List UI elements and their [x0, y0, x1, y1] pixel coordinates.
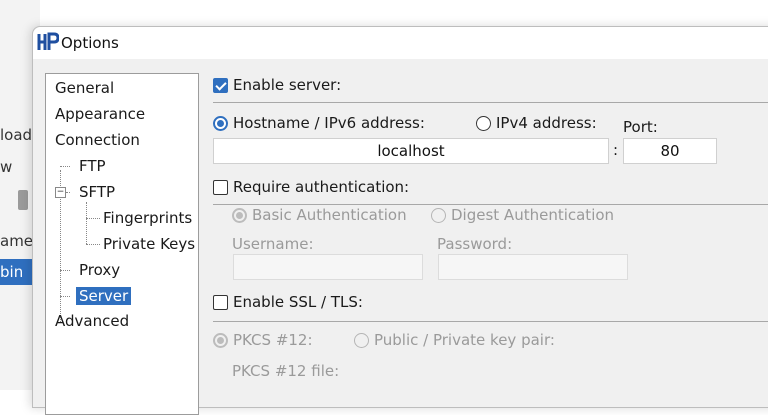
- tree-item-general[interactable]: General: [55, 77, 114, 99]
- tree-item-connection[interactable]: Connection: [55, 129, 140, 151]
- background-column-header: ame: [0, 232, 34, 250]
- tree-guide-line: [60, 270, 70, 271]
- tree-item-server[interactable]: Server: [76, 285, 132, 307]
- tree-item-advanced[interactable]: Advanced: [55, 310, 129, 332]
- background-label: w: [0, 158, 13, 176]
- tree-item-private-keys[interactable]: Private Keys: [103, 233, 195, 255]
- options-tree[interactable]: − General Appearance Connection FTP SFTP…: [45, 73, 199, 415]
- digest-auth-label[interactable]: Digest Authentication: [451, 206, 614, 224]
- basic-auth-label[interactable]: Basic Authentication: [252, 206, 407, 224]
- dialog-title: Options: [61, 34, 119, 52]
- tree-item-ftp[interactable]: FTP: [79, 155, 106, 177]
- ipv4-label[interactable]: IPv4 address:: [496, 114, 597, 132]
- tree-item-proxy[interactable]: Proxy: [79, 259, 120, 281]
- section-divider: [213, 204, 768, 205]
- tree-guide-line: [60, 166, 70, 167]
- port-input[interactable]: 80: [623, 138, 717, 164]
- hostname-label[interactable]: Hostname / IPv6 address:: [233, 114, 425, 132]
- keypair-radio[interactable]: [354, 333, 369, 348]
- tree-guide-line: [86, 202, 87, 244]
- password-label: Password:: [437, 235, 513, 253]
- username-label: Username:: [232, 235, 314, 253]
- keypair-label[interactable]: Public / Private key pair:: [374, 331, 555, 349]
- digest-auth-radio[interactable]: [431, 208, 446, 223]
- options-dialog: Options − General Appearance Connection …: [32, 26, 768, 415]
- tree-item-sftp[interactable]: SFTP: [79, 181, 115, 203]
- basic-auth-radio[interactable]: [232, 208, 247, 223]
- app-logo-icon: [37, 32, 59, 50]
- enable-server-checkbox[interactable]: [213, 78, 228, 93]
- title-bar[interactable]: Options: [33, 27, 768, 59]
- password-input[interactable]: [438, 254, 628, 280]
- server-options-panel: Enable server: Hostname / IPv6 address: …: [213, 71, 768, 411]
- collapse-icon[interactable]: −: [55, 187, 66, 198]
- tree-item-appearance[interactable]: Appearance: [55, 103, 145, 125]
- username-input[interactable]: [233, 254, 423, 280]
- tree-guide-line: [66, 192, 70, 193]
- require-auth-label[interactable]: Require authentication:: [233, 178, 409, 196]
- toolbar-glyph-icon: [18, 190, 28, 210]
- enable-ssl-label[interactable]: Enable SSL / TLS:: [233, 293, 363, 311]
- pkcs12-radio[interactable]: [213, 333, 228, 348]
- require-auth-checkbox[interactable]: [213, 180, 228, 195]
- tree-guide-line: [60, 296, 70, 297]
- hostname-input[interactable]: localhost: [213, 138, 609, 164]
- port-label: Port:: [623, 118, 658, 136]
- tree-item-server-label: Server: [76, 287, 132, 305]
- section-divider: [213, 321, 768, 322]
- enable-ssl-checkbox[interactable]: [213, 295, 228, 310]
- hostname-radio[interactable]: [213, 116, 228, 131]
- tree-guide-line: [86, 218, 100, 219]
- pkcs12-label[interactable]: PKCS #12:: [233, 331, 313, 349]
- background-selected-item[interactable]: bin: [0, 259, 34, 285]
- tree-guide-line: [86, 244, 100, 245]
- section-divider: [213, 102, 768, 103]
- enable-server-label[interactable]: Enable server:: [233, 76, 341, 94]
- pkcs12-file-label: PKCS #12 file:: [232, 362, 340, 380]
- ipv4-radio[interactable]: [476, 116, 491, 131]
- port-separator: :: [613, 141, 619, 159]
- tree-item-fingerprints[interactable]: Fingerprints: [103, 207, 192, 229]
- background-label: load: [0, 126, 33, 144]
